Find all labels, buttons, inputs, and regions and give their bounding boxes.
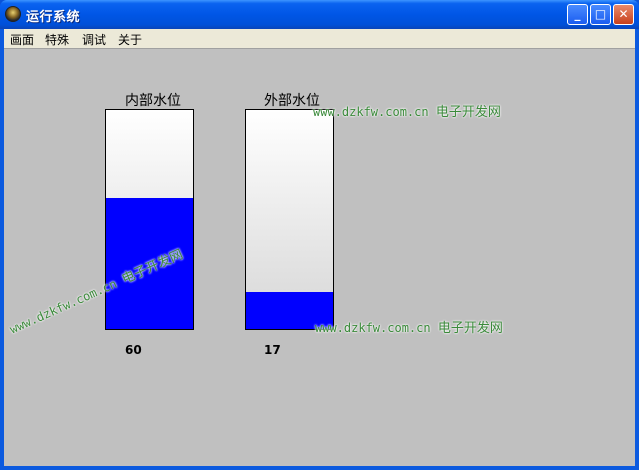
app-window: 运行系统 _ □ ✕ 画面 特殊 调试 关于 内部水位 60 外部水位 17 w…: [0, 0, 639, 470]
tank-value-outer: 17: [264, 343, 281, 357]
watermark-top: www.dzkfw.com.cn 电子开发网: [313, 101, 501, 120]
title-bar[interactable]: 运行系统 _ □ ✕: [0, 0, 639, 29]
menu-bar: 画面 特殊 调试 关于: [4, 29, 635, 48]
watermark-site: 电子开发网: [437, 321, 503, 336]
minimize-button[interactable]: _: [567, 4, 588, 25]
menu-item-about[interactable]: 关于: [118, 31, 142, 48]
app-icon[interactable]: [5, 6, 21, 22]
tank-outer: [245, 109, 334, 330]
watermark-url: www.dzkfw.com.cn: [7, 276, 119, 337]
menu-item-screen[interactable]: 画面: [10, 31, 34, 48]
watermark-site: 电子开发网: [435, 105, 501, 120]
menu-item-special[interactable]: 特殊: [45, 31, 69, 48]
tank-inner: [105, 109, 194, 330]
client-area: 内部水位 60 外部水位 17 www.dzkfw.com.cn 电子开发网 w…: [4, 48, 635, 466]
tank-label-outer: 外部水位: [264, 93, 320, 109]
close-button[interactable]: ✕: [613, 4, 634, 25]
watermark-url: www.dzkfw.com.cn: [315, 321, 431, 335]
tank-value-inner: 60: [125, 343, 142, 357]
watermark-bottom: www.dzkfw.com.cn 电子开发网: [315, 317, 503, 336]
watermark-url: www.dzkfw.com.cn: [313, 105, 429, 119]
tank-label-inner: 内部水位: [125, 93, 181, 109]
window-title: 运行系统: [26, 10, 81, 25]
menu-item-debug[interactable]: 调试: [82, 31, 106, 48]
maximize-button[interactable]: □: [590, 4, 611, 25]
